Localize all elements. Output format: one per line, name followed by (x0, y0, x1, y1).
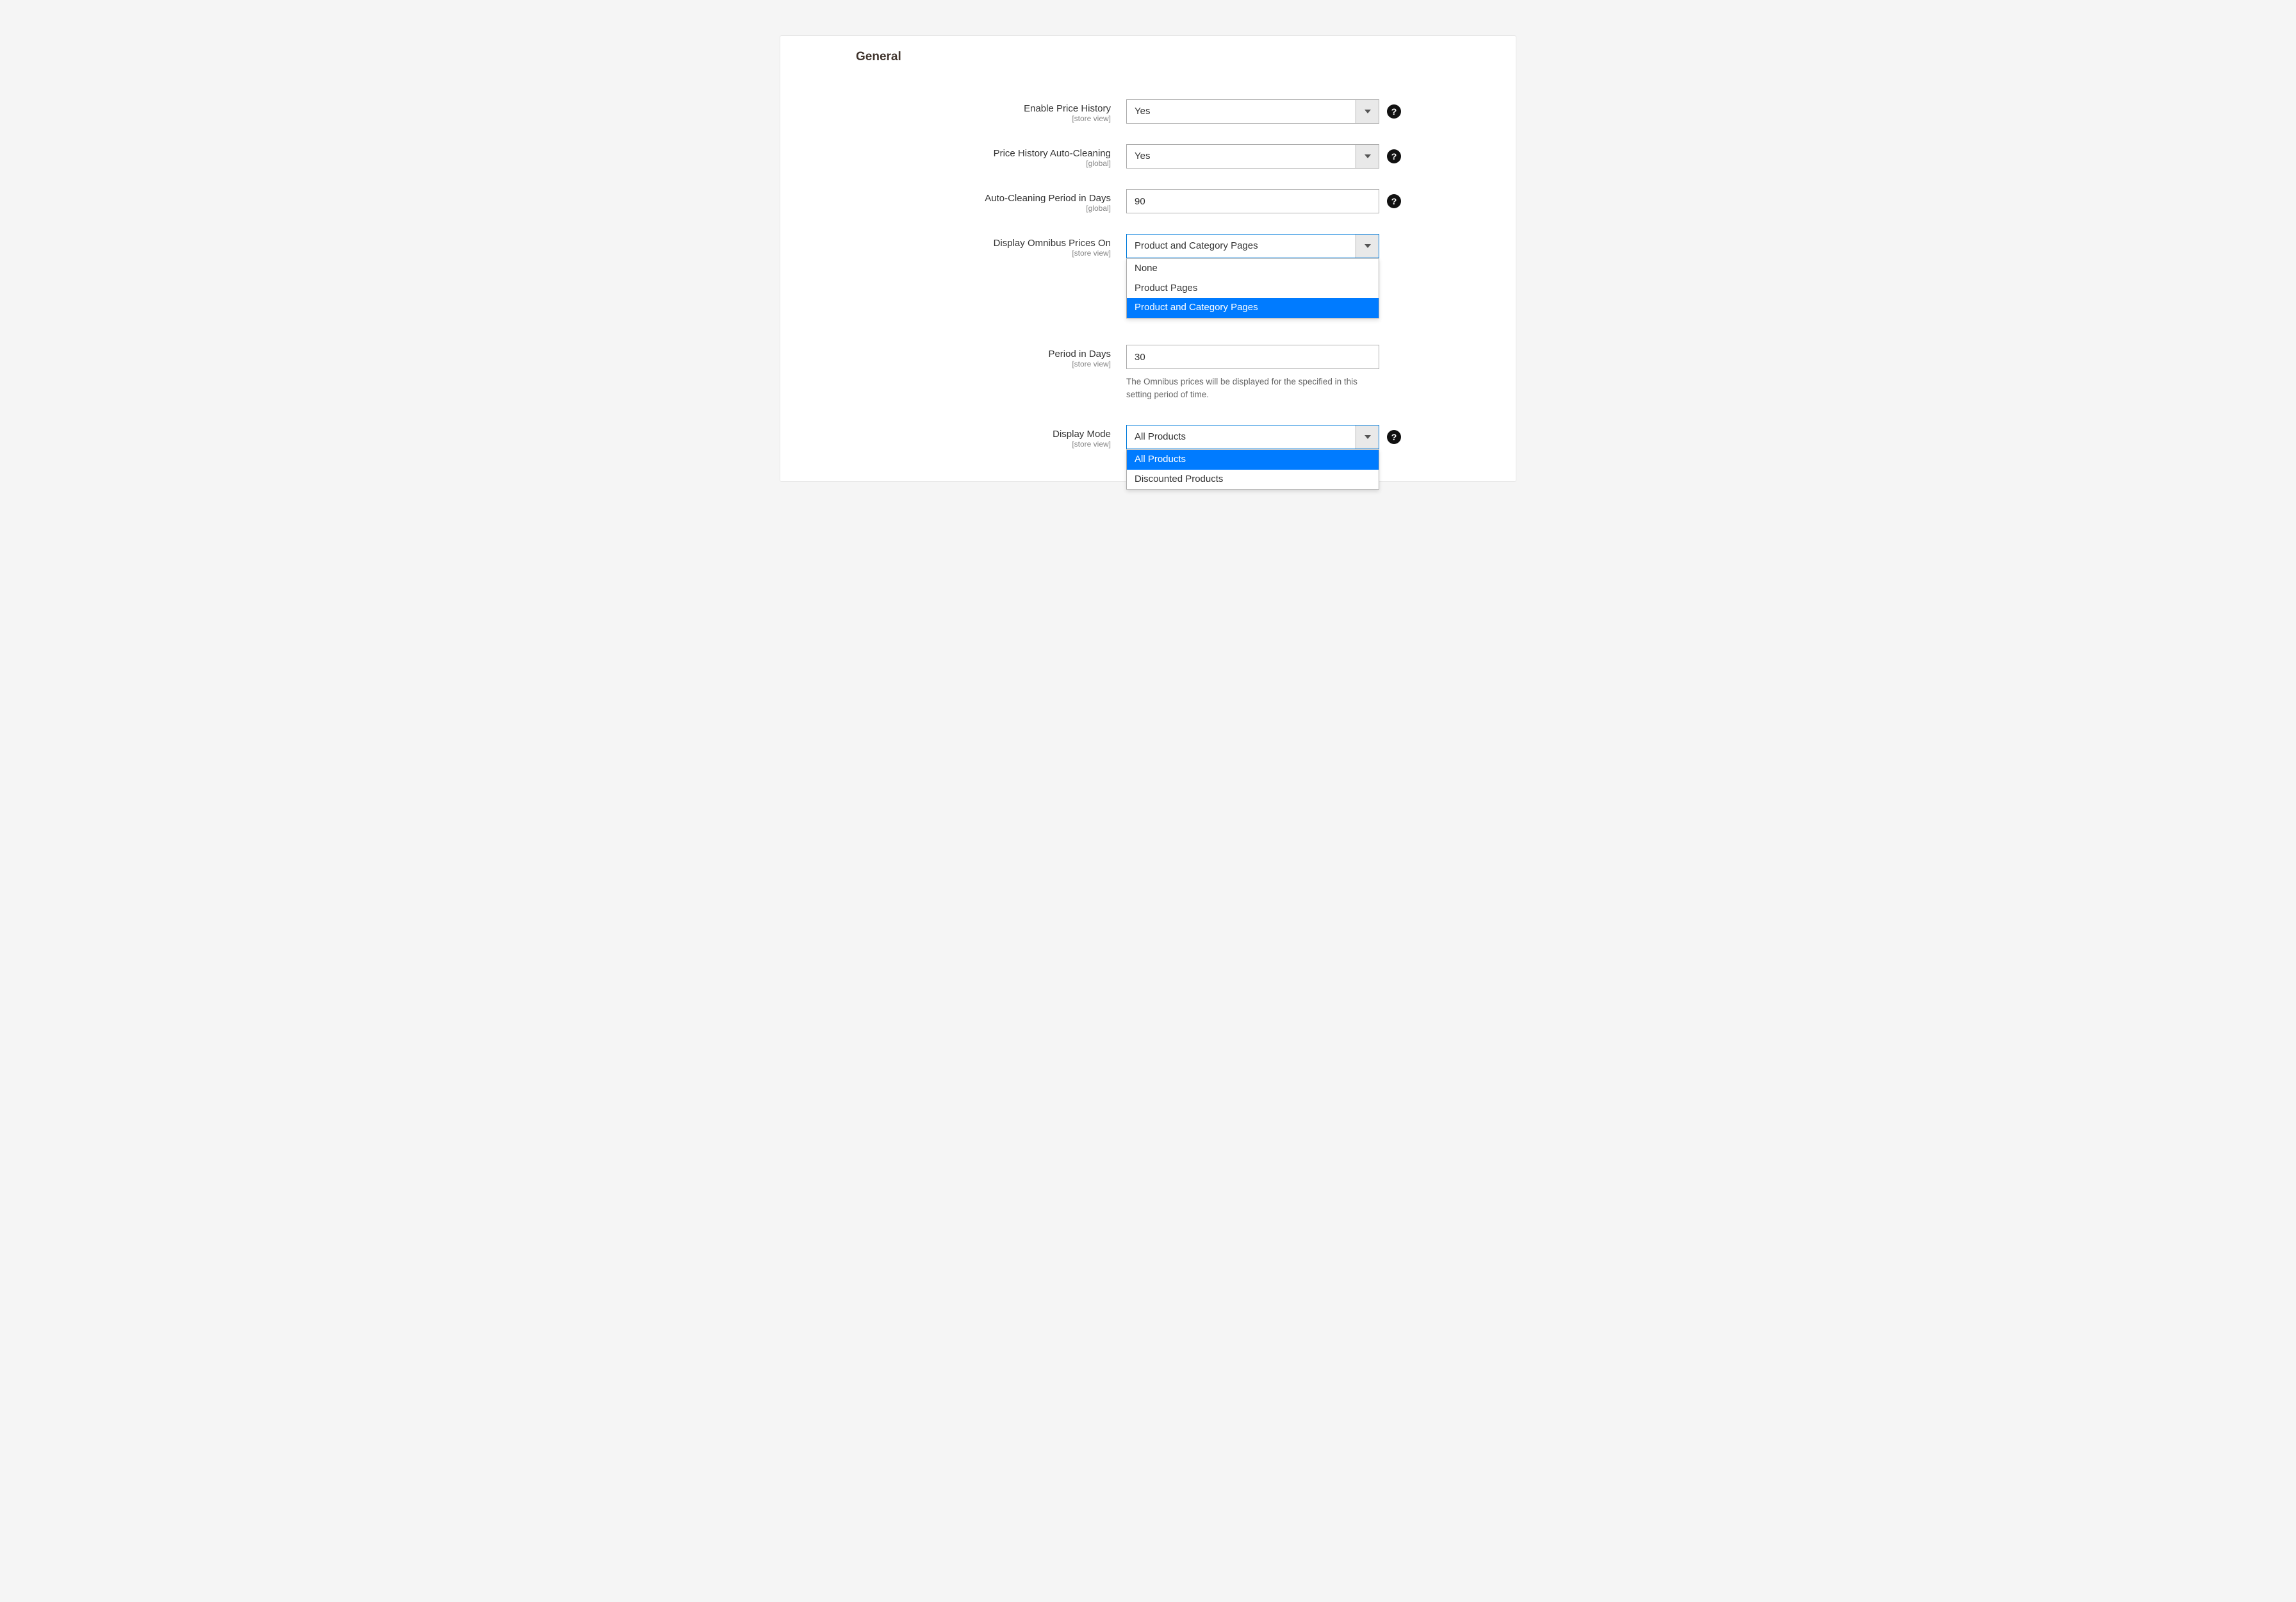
select-display-mode[interactable]: All Products (1126, 425, 1379, 449)
chevron-down-icon (1356, 145, 1379, 168)
help-icon[interactable]: ? (1387, 149, 1401, 163)
input-period-in-days[interactable] (1127, 345, 1379, 368)
dropdown-option[interactable]: Product and Category Pages (1127, 298, 1379, 318)
dropdown-option[interactable]: None (1127, 259, 1379, 279)
field-label: Display Mode (780, 429, 1111, 440)
field-hint: The Omnibus prices will be displayed for… (1126, 376, 1379, 400)
field-scope: [store view] (780, 440, 1111, 449)
select-display-omnibus[interactable]: Product and Category Pages (1126, 234, 1379, 258)
help-icon[interactable]: ? (1387, 104, 1401, 119)
dropdown-option[interactable]: Product Pages (1127, 279, 1379, 299)
help-icon[interactable]: ? (1387, 194, 1401, 208)
chevron-down-icon (1356, 235, 1379, 258)
input-auto-cleaning-period[interactable] (1127, 190, 1379, 213)
help-icon[interactable]: ? (1387, 430, 1401, 444)
select-auto-cleaning[interactable]: Yes (1126, 144, 1379, 169)
chevron-down-icon (1356, 100, 1379, 123)
field-scope: [store view] (780, 114, 1111, 123)
select-enable-price-history[interactable]: Yes (1126, 99, 1379, 124)
settings-panel: General Enable Price History [store view… (780, 35, 1516, 482)
field-label: Display Omnibus Prices On (780, 238, 1111, 249)
field-enable-price-history: Enable Price History [store view] Yes ? (780, 99, 1516, 124)
dropdown-display-omnibus: None Product Pages Product and Category … (1126, 258, 1379, 318)
field-label: Period in Days (780, 349, 1111, 359)
field-auto-cleaning: Price History Auto-Cleaning [global] Yes… (780, 144, 1516, 169)
field-label: Price History Auto-Cleaning (780, 148, 1111, 159)
field-period-in-days: Period in Days [store view] The Omnibus … (780, 345, 1516, 400)
field-label: Auto-Cleaning Period in Days (780, 193, 1111, 204)
dropdown-display-mode: All Products Discounted Products (1126, 449, 1379, 490)
field-scope: [global] (780, 159, 1111, 168)
field-scope: [store view] (780, 359, 1111, 368)
field-scope: [global] (780, 204, 1111, 213)
chevron-down-icon (1356, 425, 1379, 449)
field-display-mode: Display Mode [store view] All Products A… (780, 425, 1516, 449)
field-display-omnibus: Display Omnibus Prices On [store view] P… (780, 234, 1516, 258)
dropdown-option[interactable]: Discounted Products (1127, 470, 1379, 490)
field-scope: [store view] (780, 249, 1111, 258)
field-label: Enable Price History (780, 103, 1111, 114)
section-title-general: General (780, 36, 1516, 64)
field-auto-cleaning-period: Auto-Cleaning Period in Days [global] ? (780, 189, 1516, 213)
dropdown-option[interactable]: All Products (1127, 450, 1379, 470)
